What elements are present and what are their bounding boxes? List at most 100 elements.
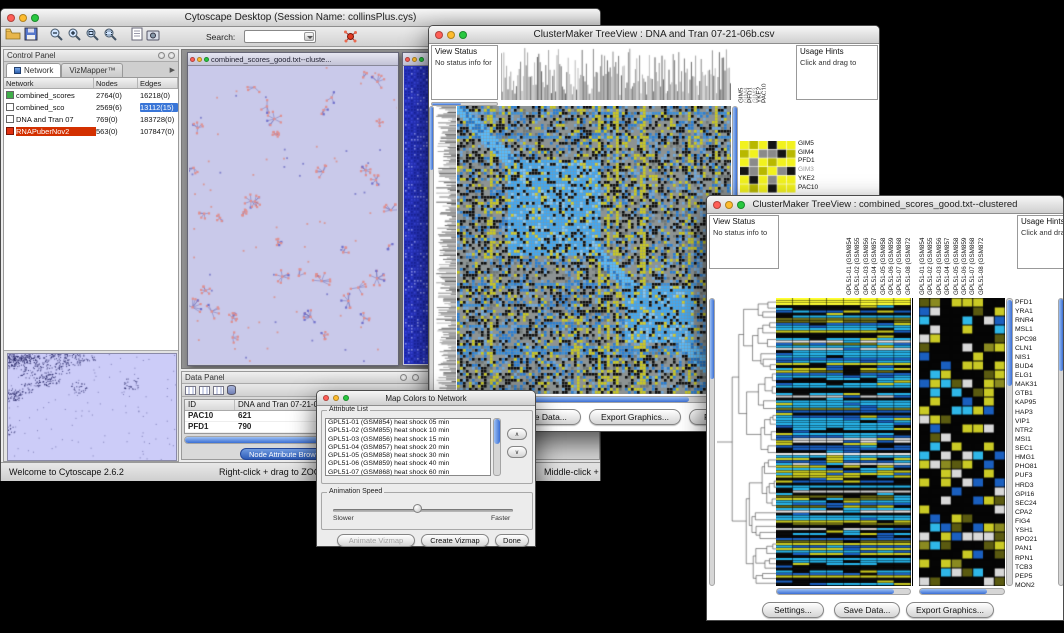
delete-attribute-icon[interactable] (213, 386, 224, 395)
network-red-icon[interactable] (343, 29, 358, 49)
minimize-button[interactable] (197, 57, 202, 62)
export-graphics-button[interactable]: Export Graphics... (589, 409, 681, 425)
gene-label[interactable]: TCB3 (1015, 563, 1057, 572)
gene-label[interactable]: MON2 (1015, 581, 1057, 590)
snapshot-icon[interactable] (146, 28, 160, 46)
treeview1-titlebar[interactable]: ClusterMaker TreeView : DNA and Tran 07-… (429, 26, 879, 44)
horizontal-scrollbar[interactable] (776, 588, 911, 595)
gene-label[interactable]: HAP3 (1015, 408, 1057, 417)
attribute-batch-icon[interactable] (227, 385, 236, 395)
array-dendrogram-canvas[interactable] (501, 45, 731, 100)
horizontal-scrollbar[interactable] (919, 588, 1005, 595)
save-data-button[interactable]: Save Data... (834, 602, 900, 618)
close-button[interactable] (713, 201, 721, 209)
open-folder-icon[interactable] (5, 27, 21, 46)
minimize-button[interactable] (333, 395, 339, 401)
scrollbar-thumb[interactable] (777, 589, 894, 594)
scrollbar-thumb[interactable] (710, 299, 714, 379)
heatmap-canvas[interactable] (457, 106, 731, 394)
tab-network[interactable]: Network (6, 63, 61, 77)
gene-label[interactable]: RPN1 (1015, 554, 1057, 563)
network-row[interactable]: combined_sco 2569(6) 13112(15) (4, 101, 178, 113)
zoom-out-icon[interactable] (49, 27, 64, 47)
gene-label[interactable]: PAN1 (1015, 544, 1057, 553)
scrollbar-thumb[interactable] (430, 107, 433, 170)
minimize-button[interactable] (412, 57, 417, 62)
vertical-scrollbar[interactable] (1006, 298, 1013, 586)
vertical-scrollbar[interactable] (429, 106, 434, 394)
close-panel-icon[interactable] (168, 52, 175, 59)
done-button[interactable]: Done (495, 534, 529, 547)
animate-vizmap-button[interactable]: Animate Vizmap (337, 534, 415, 547)
gene-label[interactable]: CPA2 (1015, 508, 1057, 517)
speed-slider-track[interactable] (333, 509, 513, 512)
tab-vizmapper[interactable]: VizMapper™ (61, 63, 123, 77)
network-view-window[interactable]: combined_scores_good.txt--cluste... (187, 52, 399, 366)
panel-splitter[interactable] (912, 298, 913, 586)
annotation-icon[interactable] (131, 27, 143, 46)
close-button[interactable] (405, 57, 410, 62)
attribute-item[interactable]: GPL51-04 (GSM857) heat shock 20 min (328, 444, 490, 452)
zoom-button[interactable] (737, 201, 745, 209)
gene-label[interactable]: VIP1 (1015, 417, 1057, 426)
create-attribute-icon[interactable] (199, 386, 210, 395)
save-icon[interactable] (24, 27, 38, 46)
mini-heatmap-canvas[interactable] (740, 141, 796, 193)
minimize-button[interactable] (19, 14, 27, 22)
search-input[interactable] (244, 30, 316, 43)
gene-label[interactable]: PUF3 (1015, 471, 1057, 480)
attribute-item[interactable]: GPL51-05 (GSM858) heat shock 30 min (328, 452, 490, 460)
scrollbar-thumb[interactable] (920, 589, 987, 594)
tab-overflow-icon[interactable]: ▶ (170, 66, 175, 74)
gene-label[interactable]: YRA1 (1015, 307, 1057, 316)
gene-label[interactable]: NTR2 (1015, 426, 1057, 435)
gene-label[interactable]: BUD4 (1015, 362, 1057, 371)
minimize-button[interactable] (725, 201, 733, 209)
select-attributes-icon[interactable] (185, 386, 196, 395)
secondary-heatmap-canvas[interactable] (919, 298, 1005, 586)
gene-label[interactable]: MSL1 (1015, 325, 1057, 334)
gene-label[interactable]: FIG4 (1015, 517, 1057, 526)
zoom-button[interactable] (459, 31, 467, 39)
attribute-item[interactable]: GPL51-07 (GSM868) heat shock 60 min (328, 469, 490, 476)
gene-label[interactable]: SEC24 (1015, 499, 1057, 508)
attribute-item[interactable]: GPL51-06 (GSM859) heat shock 40 min (328, 460, 490, 468)
minimize-button[interactable] (447, 31, 455, 39)
zoom-fit-icon[interactable] (85, 27, 100, 47)
float-panel-icon[interactable] (158, 52, 165, 59)
close-button[interactable] (7, 14, 15, 22)
create-vizmap-button[interactable]: Create Vizmap (421, 534, 489, 547)
gene-label[interactable]: KAP95 (1015, 398, 1057, 407)
network-row[interactable]: RNAPuberNov2 563(0) 107847(0) (4, 125, 178, 137)
scrollbar-thumb[interactable] (494, 419, 500, 444)
gene-dendrogram-canvas[interactable] (435, 106, 456, 394)
gene-label[interactable]: HRD3 (1015, 481, 1057, 490)
gene-label[interactable]: SPC98 (1015, 335, 1057, 344)
expression-heatmap-canvas[interactable] (776, 298, 911, 586)
attribute-item[interactable]: GPL51-02 (GSM855) heat shock 10 min (328, 427, 490, 435)
attribute-item[interactable]: GPL51-03 (GSM856) heat shock 15 min (328, 436, 490, 444)
gene-dendrogram-canvas[interactable] (717, 298, 776, 586)
zoom-in-icon[interactable] (67, 27, 82, 47)
network-row[interactable]: combined_scores 2764(0) 16218(0) (4, 89, 178, 101)
scrollbar-thumb[interactable] (1007, 300, 1012, 386)
dialog-titlebar[interactable]: Map Colors to Network (317, 391, 535, 406)
treeview2-titlebar[interactable]: ClusterMaker TreeView : combined_scores_… (707, 196, 1063, 214)
gene-label[interactable]: GPI16 (1015, 490, 1057, 499)
export-graphics-button[interactable]: Export Graphics... (906, 602, 994, 618)
speed-slider-thumb[interactable] (413, 504, 422, 513)
network-graph-canvas[interactable] (189, 66, 397, 364)
gene-label[interactable]: YSH1 (1015, 526, 1057, 535)
attribute-list[interactable]: GPL51-01 (GSM854) heat shock 05 minGPL51… (325, 418, 491, 476)
close-button[interactable] (323, 395, 329, 401)
zoom-button[interactable] (204, 57, 209, 62)
gene-label[interactable]: RNR4 (1015, 316, 1057, 325)
network-overview-thumbnail[interactable] (7, 353, 177, 461)
zoom-selected-icon[interactable] (103, 27, 118, 47)
gene-label[interactable]: MAK31 (1015, 380, 1057, 389)
settings-button[interactable]: Settings... (762, 602, 824, 618)
close-button[interactable] (435, 31, 443, 39)
attribute-item[interactable]: GPL51-01 (GSM854) heat shock 05 min (328, 419, 490, 427)
close-panel-icon[interactable] (412, 374, 419, 381)
zoom-button[interactable] (31, 14, 39, 22)
